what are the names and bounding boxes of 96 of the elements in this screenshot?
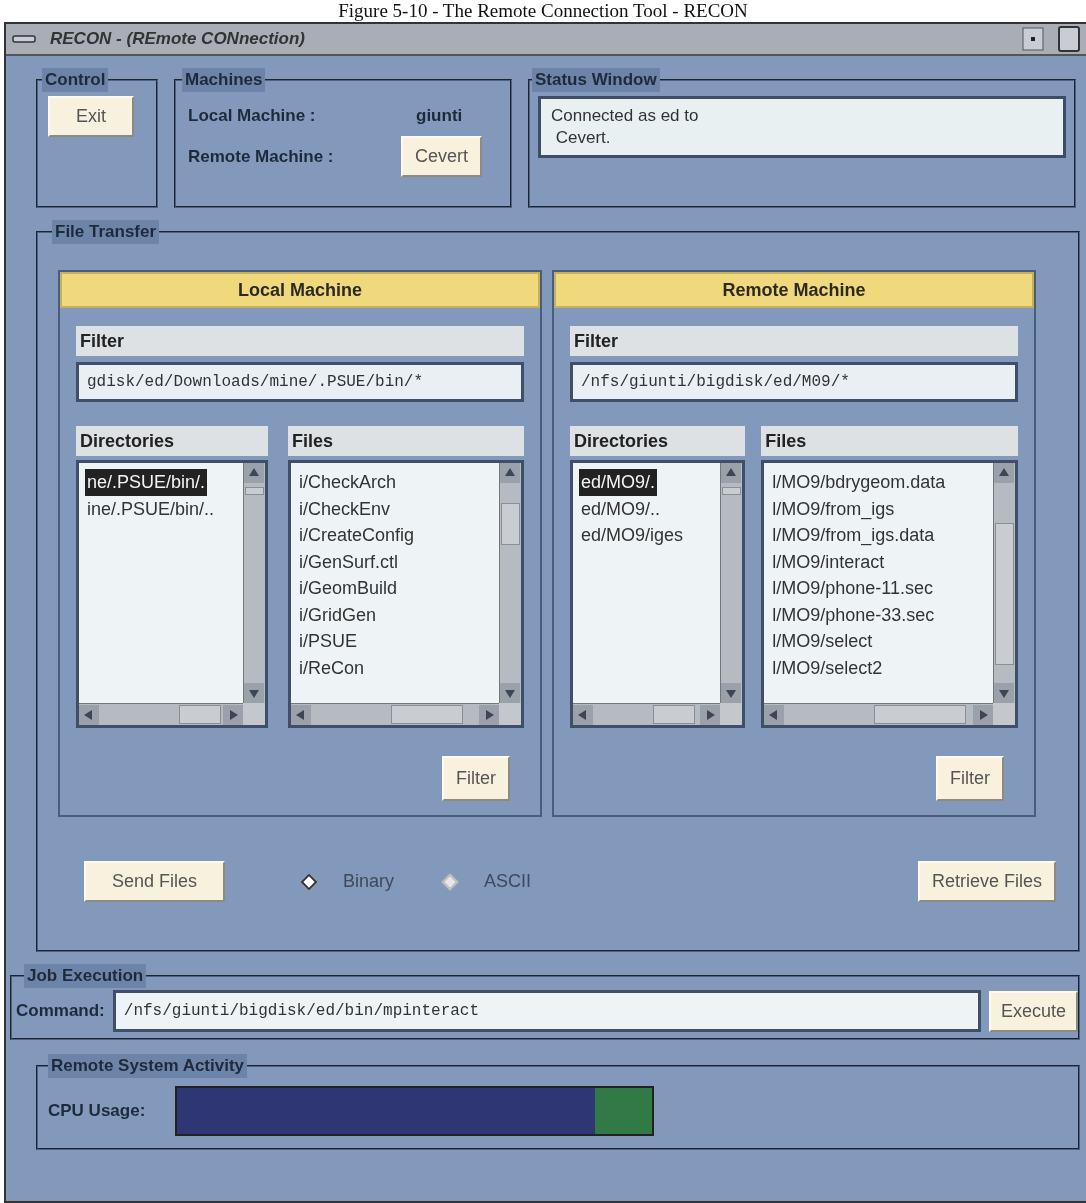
scrollbar-thumb[interactable] (722, 487, 742, 495)
arrow-down-icon[interactable] (994, 683, 1014, 703)
scrollbar-thumb[interactable] (391, 705, 463, 724)
list-item[interactable]: i/PSUE (297, 628, 360, 655)
scrollbar-thumb[interactable] (245, 487, 264, 495)
filter-button[interactable]: Filter (936, 756, 1004, 801)
scrollbar-corner (993, 703, 1015, 725)
directories-label: Directories (76, 426, 268, 456)
list-item[interactable]: i/ReCon (297, 654, 367, 681)
scrollbar-thumb[interactable] (179, 705, 221, 724)
arrow-down-icon[interactable] (244, 683, 264, 703)
retrieve-files-button[interactable]: Retrieve Files (917, 861, 1056, 902)
arrow-right-icon[interactable] (479, 704, 499, 725)
panel-header: Remote Machine (554, 272, 1034, 308)
send-files-button[interactable]: Send Files (84, 861, 226, 902)
list-item[interactable]: i/CheckEnv (297, 495, 393, 522)
arrow-left-icon[interactable] (573, 704, 593, 725)
filter-label: Filter (76, 326, 524, 356)
exit-button[interactable]: Exit (48, 96, 134, 137)
arrow-right-icon[interactable] (223, 704, 243, 725)
filter-label: Filter (570, 326, 1018, 356)
list-item[interactable]: l/MO9/phone-33.sec (770, 601, 937, 628)
group-title: File Transfer (52, 220, 160, 244)
list-box[interactable]: ed/MO9/. ed/MO9/.. ed/MO9/iges (570, 460, 746, 728)
scrollbar-corner (243, 703, 265, 725)
files-label: Files (288, 426, 524, 456)
list-item[interactable]: ed/MO9/.. (579, 495, 663, 522)
execute-button[interactable]: Execute (988, 990, 1078, 1032)
horizontal-scrollbar[interactable] (764, 703, 993, 725)
scrollbar-thumb[interactable] (653, 705, 695, 724)
group-title: Remote System Activity (48, 1054, 248, 1078)
arrow-up-icon[interactable] (244, 463, 264, 483)
arrow-down-icon[interactable] (500, 683, 520, 703)
scrollbar-thumb[interactable] (501, 503, 520, 545)
arrow-left-icon[interactable] (79, 704, 99, 725)
files-label: Files (761, 426, 1018, 456)
horizontal-scrollbar[interactable] (573, 703, 721, 725)
remote-machine-label: Remote Machine : (188, 146, 335, 167)
group-title: Status Window (532, 68, 660, 92)
arrow-left-icon[interactable] (291, 704, 311, 725)
list-item[interactable]: i/GenSurf.ctl (297, 548, 401, 575)
list-item[interactable]: l/MO9/select2 (770, 654, 885, 681)
list-item[interactable]: i/CreateConfig (297, 522, 417, 549)
maximize-icon[interactable] (1058, 26, 1080, 52)
arrow-up-icon[interactable] (721, 463, 742, 483)
vertical-scrollbar[interactable] (993, 463, 1015, 703)
window-title: RECON - (REmote CONnection) (50, 29, 306, 49)
local-machine-label: Local Machine : (188, 106, 317, 126)
directories-label: Directories (570, 426, 746, 456)
filter-field[interactable]: gdisk/ed/Downloads/mine/.PSUE/bin/* (76, 362, 524, 402)
list-item[interactable]: l/MO9/select (770, 628, 875, 655)
group-title: Control (42, 68, 109, 92)
horizontal-scrollbar[interactable] (291, 703, 499, 725)
arrow-up-icon[interactable] (500, 463, 520, 483)
filter-field[interactable]: /nfs/giunti/bigdisk/ed/M09/* (570, 362, 1018, 402)
scrollbar-corner (499, 703, 521, 725)
list-item[interactable]: ed/MO9/iges (579, 522, 686, 549)
list-box[interactable]: l/MO9/bdrygeom.data l/MO9/from_igs l/MO9/from_igs.data l/MO9/interact l/MO9/phone-11.sec l/MO9/phone-33.sec l/MO9/select l/MO9/select2 (761, 460, 1018, 728)
figure-caption: Figure 5-10 - The Remote Connection Tool - RECON (337, 0, 749, 22)
list-item[interactable]: l/MO9/from_igs.data (770, 522, 937, 549)
arrow-right-icon[interactable] (700, 704, 721, 725)
command-field[interactable]: /nfs/giunti/bigdisk/ed/bin/mpinteract (112, 990, 981, 1032)
list-item[interactable]: ed/MO9/. (579, 469, 658, 496)
minimize-icon[interactable] (1022, 27, 1044, 51)
horizontal-scrollbar[interactable] (79, 703, 243, 725)
list-item[interactable]: l/MO9/phone-11.sec (770, 575, 935, 602)
arrow-down-icon[interactable] (721, 683, 742, 703)
group-title: Job Execution (24, 964, 147, 988)
scrollbar-thumb[interactable] (874, 705, 967, 724)
filter-button[interactable]: Filter (442, 756, 510, 801)
group-title: Machines (182, 68, 266, 92)
arrow-right-icon[interactable] (973, 704, 993, 725)
list-item[interactable]: l/MO9/from_igs (770, 495, 897, 522)
list-item[interactable]: ine/.PSUE/bin/.. (85, 495, 217, 522)
status-text: Connected as ed to Cevert. (538, 96, 1066, 158)
cpu-usage-label: CPU Usage: (48, 1101, 146, 1121)
list-item[interactable]: i/GeomBuild (297, 575, 400, 602)
list-item[interactable]: i/GridGen (297, 601, 379, 628)
local-machine-value: giunti (416, 106, 463, 126)
list-item[interactable]: l/MO9/interact (770, 548, 887, 575)
list-box[interactable]: i/CheckArch i/CheckEnv i/CreateConfig i/GenSurf.ctl i/GeomBuild i/GridGen i/PSUE i/ReCon (288, 460, 524, 728)
arrow-left-icon[interactable] (764, 704, 785, 725)
list-box[interactable]: ne/.PSUE/bin/. ine/.PSUE/bin/.. (76, 460, 268, 728)
arrow-up-icon[interactable] (994, 463, 1014, 483)
list-item[interactable]: l/MO9/bdrygeom.data (770, 469, 948, 496)
command-label: Command: (16, 1001, 105, 1021)
list-item[interactable]: ne/.PSUE/bin/. (85, 469, 208, 496)
scrollbar-corner (720, 703, 743, 725)
panel-header: Local Machine (60, 272, 540, 308)
window-menu-icon[interactable] (12, 33, 36, 45)
scrollbar-thumb[interactable] (995, 523, 1014, 665)
remote-machine-button[interactable]: Cevert (401, 136, 482, 177)
vertical-scrollbar[interactable] (499, 463, 521, 703)
vertical-scrollbar[interactable] (720, 463, 743, 703)
list-item[interactable]: i/CheckArch (297, 469, 399, 496)
vertical-scrollbar[interactable] (243, 463, 265, 703)
